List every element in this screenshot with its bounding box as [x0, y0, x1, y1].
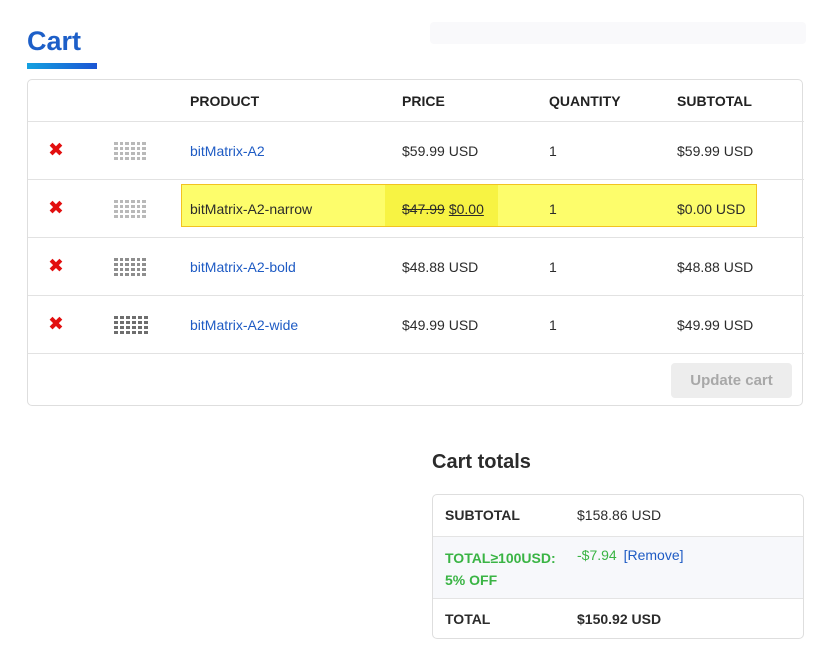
product-subtotal: $49.99 USD	[677, 316, 754, 333]
discount-label-line2: 5% OFF	[445, 572, 498, 588]
product-quantity[interactable]: 1	[549, 296, 557, 353]
product-subtotal: $0.00 USD	[677, 200, 746, 217]
page-title: Cart	[27, 26, 82, 56]
cart-table: PRODUCT PRICE QUANTITY SUBTOTAL ✖ bitMat…	[27, 79, 804, 406]
product-thumbnail[interactable]	[114, 180, 148, 237]
product-price: $48.88 USD	[402, 258, 479, 275]
header-quantity: QUANTITY	[549, 92, 621, 109]
font-preview-icon	[114, 250, 146, 284]
product-subtotal: $59.99 USD	[677, 142, 754, 159]
header-subtotal: SUBTOTAL	[677, 92, 752, 109]
product-quantity[interactable]: 1	[549, 238, 557, 295]
close-icon[interactable]: ✖	[48, 296, 68, 353]
old-price: $47.99	[402, 200, 445, 217]
product-price: $47.99 $0.00	[402, 180, 484, 237]
totals-discount-row: TOTAL≥100USD: 5% OFF -$7.94 [Remove]	[433, 536, 803, 599]
header-placeholder	[430, 22, 806, 44]
product-subtotal: $48.88 USD	[677, 258, 754, 275]
close-icon[interactable]: ✖	[48, 180, 68, 237]
title-underline	[27, 63, 97, 69]
product-price: $49.99 USD	[402, 316, 479, 333]
table-row: ✖ bitMatrix-A2 $59.99 USD 1 $59.99 USD	[28, 121, 804, 179]
table-row: ✖ bitMatrix-A2-bold $48.88 USD 1 $48.88 …	[28, 237, 804, 295]
table-row: ✖ bitMatrix-A2-wide $49.99 USD 1 $49.99 …	[28, 295, 804, 353]
header-price: PRICE	[402, 92, 445, 109]
subtotal-label: SUBTOTAL	[445, 507, 520, 523]
header-product: PRODUCT	[190, 92, 260, 109]
product-name[interactable]: bitMatrix-A2-narrow	[190, 180, 312, 237]
product-price: $59.99 USD	[402, 142, 479, 159]
product-link[interactable]: bitMatrix-A2-wide	[190, 296, 298, 353]
discount-value-cell: -$7.94 [Remove]	[577, 547, 684, 563]
total-label: TOTAL	[445, 611, 491, 627]
table-header-row: PRODUCT PRICE QUANTITY SUBTOTAL	[28, 80, 804, 121]
new-price: $0.00	[448, 200, 484, 217]
total-value: $150.92 USD	[577, 611, 662, 627]
font-preview-icon	[114, 308, 148, 342]
discount-label-line1: TOTAL≥100USD:	[445, 550, 556, 566]
product-thumbnail[interactable]	[114, 238, 148, 295]
totals-total-row: TOTAL $150.92 USD	[433, 599, 803, 638]
font-preview-icon	[114, 134, 146, 168]
discount-label: TOTAL≥100USD: 5% OFF	[445, 547, 556, 591]
product-quantity[interactable]: 1	[549, 180, 557, 237]
product-quantity[interactable]: 1	[549, 122, 557, 179]
remove-coupon-link[interactable]: [Remove]	[624, 547, 684, 563]
product-link[interactable]: bitMatrix-A2	[190, 122, 265, 179]
product-thumbnail[interactable]	[114, 122, 148, 179]
discount-value: -$7.94	[577, 547, 617, 563]
close-icon[interactable]: ✖	[48, 238, 68, 295]
product-thumbnail[interactable]	[114, 296, 148, 353]
subtotal-value: $158.86 USD	[577, 507, 662, 523]
table-row: ✖ bitMatrix-A2-narrow $47.99 $0.00 1 $0.…	[28, 179, 804, 237]
totals-subtotal-row: SUBTOTAL $158.86 USD	[433, 495, 803, 536]
cart-totals-table: SUBTOTAL $158.86 USD TOTAL≥100USD: 5% OF…	[432, 494, 804, 639]
product-link[interactable]: bitMatrix-A2-bold	[190, 238, 296, 295]
font-preview-icon	[114, 192, 146, 226]
cart-totals-title: Cart totals	[432, 451, 531, 473]
close-icon[interactable]: ✖	[48, 122, 68, 179]
update-cart-button[interactable]: Update cart	[671, 363, 792, 398]
